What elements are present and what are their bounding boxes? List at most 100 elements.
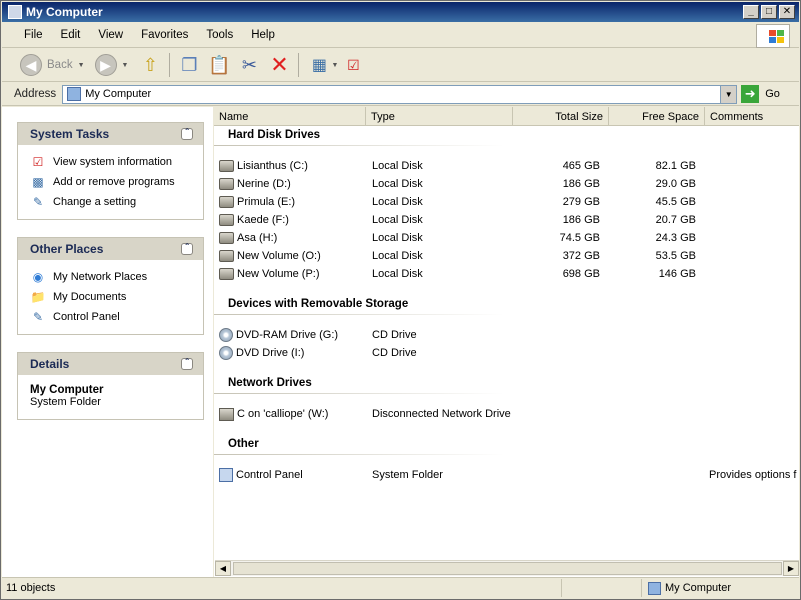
paste-icon[interactable]: 📋 [207, 53, 231, 77]
column-header-comments[interactable]: Comments [705, 107, 799, 126]
group-divider [214, 454, 504, 455]
menu-file[interactable]: File [2, 29, 52, 41]
drive-name: DVD Drive (I:) [236, 347, 305, 359]
drive-free-space: 53.5 GB [655, 250, 696, 262]
table-row[interactable]: New Volume (P:) Local Disk 698 GB 146 GB [214, 265, 799, 283]
place-my-network-places[interactable]: ◉ My Network Places [30, 267, 191, 287]
toolbar-separator [298, 53, 300, 77]
drive-free-space: 29.0 GB [655, 178, 696, 190]
copy-icon[interactable]: ❐ [177, 53, 201, 77]
properties-icon[interactable]: ☑ [341, 53, 365, 77]
column-header-free-space[interactable]: Free Space [609, 107, 705, 126]
collapse-chevron-icon[interactable]: ˆ [181, 128, 193, 140]
table-row[interactable]: Control Panel System Folder Provides opt… [214, 466, 799, 484]
scroll-left-icon[interactable]: ◀ [215, 561, 231, 576]
title-bar[interactable]: My Computer _ □ ✕ [2, 2, 799, 22]
column-header-name[interactable]: Name [214, 107, 366, 126]
system-info-icon: ☑ [32, 155, 44, 169]
my-computer-icon [648, 581, 661, 595]
column-header-type[interactable]: Type [366, 107, 513, 126]
window-controls: _ □ ✕ [743, 5, 795, 19]
address-bar: Address My Computer ▼ ➜ Go [2, 83, 799, 106]
address-dropdown-icon[interactable]: ▼ [720, 85, 737, 103]
details-header[interactable]: Details ˆ [18, 353, 203, 375]
task-view-system-information[interactable]: ☑ View system information [30, 152, 191, 172]
menu-help[interactable]: Help [242, 29, 284, 41]
task-change-setting[interactable]: ✎ Change a setting [30, 192, 191, 212]
up-folder-icon[interactable]: ⇧ [138, 53, 162, 77]
system-tasks-panel: System Tasks ˆ ☑ View system information… [17, 122, 204, 220]
table-row[interactable]: Lisianthus (C:) Local Disk 465 GB 82.1 G… [214, 157, 799, 175]
other-places-panel: Other Places ˆ ◉ My Network Places 📁 My … [17, 237, 204, 335]
table-row[interactable]: Primula (E:) Local Disk 279 GB 45.5 GB [214, 193, 799, 211]
drive-type: CD Drive [372, 347, 417, 359]
menu-favorites[interactable]: Favorites [132, 29, 197, 41]
back-button[interactable]: ◀ Back ▼ [20, 51, 85, 79]
my-documents-icon: 📁 [30, 290, 46, 304]
task-add-remove-programs[interactable]: ▩ Add or remove programs [30, 172, 191, 192]
table-row[interactable]: Asa (H:) Local Disk 74.5 GB 24.3 GB [214, 229, 799, 247]
drive-name: Nerine (D:) [237, 178, 291, 190]
drive-total-size: 74.5 GB [559, 232, 600, 244]
drive-name: Primula (E:) [237, 196, 296, 208]
scroll-right-icon[interactable]: ▶ [783, 561, 799, 576]
table-row[interactable]: C on 'calliope' (W:) Disconnected Networ… [214, 405, 799, 423]
network-drive-icon [219, 407, 234, 421]
drive-type: Disconnected Network Drive [372, 408, 511, 420]
drive-type: Local Disk [372, 232, 423, 244]
task-label: Change a setting [53, 196, 137, 208]
dvd-drive-icon [219, 328, 233, 342]
place-my-documents[interactable]: 📁 My Documents [30, 287, 191, 307]
go-arrow-icon: ➜ [741, 85, 760, 103]
drive-free-space: 82.1 GB [655, 160, 696, 172]
drive-name: Lisianthus (C:) [237, 160, 308, 172]
change-setting-icon: ✎ [32, 195, 44, 209]
back-dropdown-icon[interactable]: ▼ [78, 62, 85, 69]
column-header-total-size[interactable]: Total Size [513, 107, 609, 126]
drive-free-space: 20.7 GB [655, 214, 696, 226]
system-tasks-header[interactable]: System Tasks ˆ [18, 123, 203, 145]
collapse-chevron-icon[interactable]: ˆ [181, 358, 193, 370]
go-button[interactable]: ➜ Go [741, 85, 780, 103]
close-button[interactable]: ✕ [779, 5, 795, 19]
drive-type: Local Disk [372, 268, 423, 280]
table-row[interactable]: Nerine (D:) Local Disk 186 GB 29.0 GB [214, 175, 799, 193]
menu-view[interactable]: View [89, 29, 132, 41]
menu-tools[interactable]: Tools [197, 29, 242, 41]
network-places-icon: ◉ [32, 270, 44, 284]
drive-total-size: 186 GB [562, 214, 600, 226]
drive-type: Local Disk [372, 196, 423, 208]
drive-type: Local Disk [372, 250, 423, 262]
hard-disk-icon [219, 196, 234, 208]
standard-toolbar: ◀ Back ▼ ▶ ▼ ⇧ ❐ 📋 ✂ ✕ ▦ ▼ ☑ [2, 49, 799, 82]
menu-edit[interactable]: Edit [52, 29, 90, 41]
task-pane: System Tasks ˆ ☑ View system information… [2, 107, 213, 577]
scroll-thumb[interactable] [233, 562, 782, 575]
table-row[interactable]: DVD-RAM Drive (G:) CD Drive [214, 326, 799, 344]
menu-bar: File Edit View Favorites Tools Help [2, 23, 799, 48]
horizontal-scrollbar[interactable]: ◀ ▶ [215, 560, 799, 576]
group-header-network: Network Drives [228, 377, 312, 389]
collapse-chevron-icon[interactable]: ˆ [181, 243, 193, 255]
item-type: System Folder [372, 469, 443, 481]
forward-button[interactable]: ▶ ▼ [94, 51, 129, 79]
minimize-button[interactable]: _ [743, 5, 759, 19]
maximize-button[interactable]: □ [761, 5, 777, 19]
drive-name: C on 'calliope' (W:) [237, 408, 329, 420]
table-row[interactable]: Kaede (F:) Local Disk 186 GB 20.7 GB [214, 211, 799, 229]
views-dropdown-icon[interactable]: ▼ [331, 62, 338, 69]
table-row[interactable]: DVD Drive (I:) CD Drive [214, 344, 799, 362]
other-places-header[interactable]: Other Places ˆ [18, 238, 203, 260]
other-places-title: Other Places [30, 242, 104, 256]
drive-name: New Volume (O:) [237, 250, 321, 262]
drive-total-size: 279 GB [562, 196, 600, 208]
address-input[interactable]: My Computer ▼ [62, 84, 738, 104]
table-row[interactable]: New Volume (O:) Local Disk 372 GB 53.5 G… [214, 247, 799, 265]
views-button[interactable]: ▦ ▼ [307, 51, 339, 79]
cut-icon[interactable]: ✂ [237, 53, 261, 77]
place-control-panel[interactable]: ✎ Control Panel [30, 307, 191, 327]
hard-disk-icon [219, 250, 234, 262]
forward-dropdown-icon[interactable]: ▼ [122, 62, 129, 69]
delete-icon[interactable]: ✕ [267, 52, 291, 77]
file-list-view[interactable]: Name Type Total Size Free Space Comments… [214, 107, 799, 577]
